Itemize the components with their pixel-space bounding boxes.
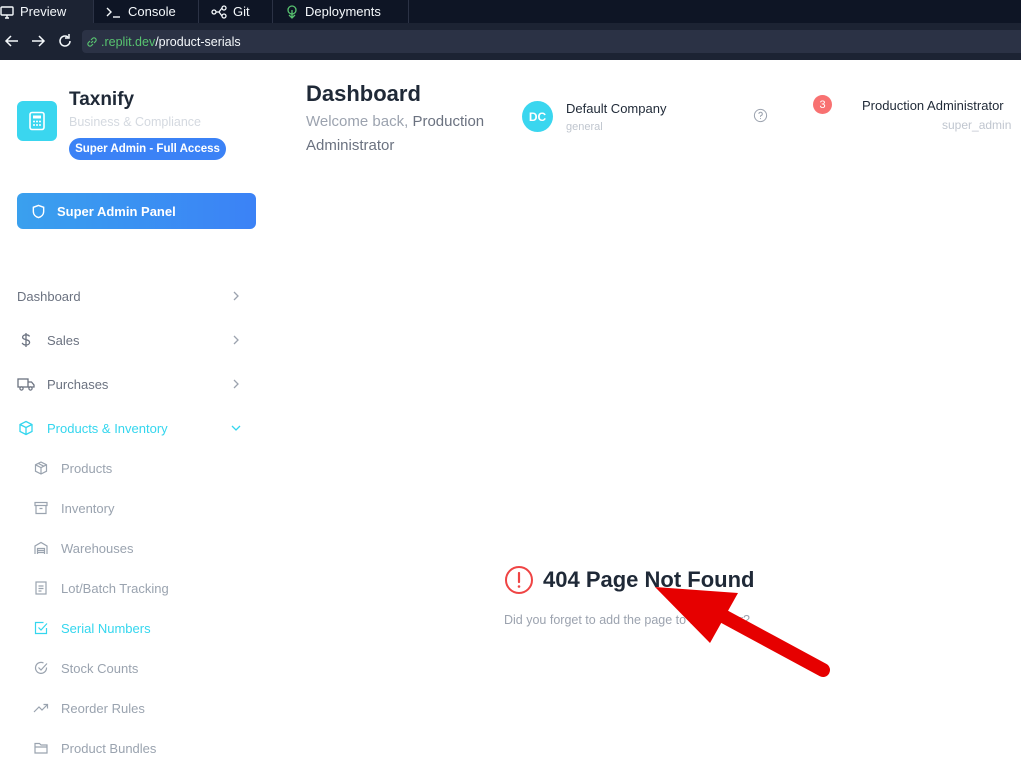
super-admin-panel-button[interactable]: Super Admin Panel — [17, 193, 256, 229]
tab-console[interactable]: Console — [94, 0, 199, 23]
back-arrow-icon[interactable] — [4, 33, 20, 49]
tab-label: Console — [128, 4, 176, 19]
sidebar-item-label: Purchases — [47, 376, 109, 392]
forward-arrow-icon[interactable] — [30, 33, 46, 49]
subitem-label: Warehouses — [61, 540, 134, 556]
sidebar-subitem-lot-batch[interactable]: Lot/Batch Tracking — [33, 577, 253, 599]
tab-git[interactable]: Git — [199, 0, 273, 23]
box-icon — [17, 419, 35, 437]
sidebar-item-dashboard[interactable]: Dashboard — [17, 284, 247, 308]
chevron-down-icon — [231, 425, 241, 431]
url-host: .replit.dev — [101, 34, 156, 49]
url-path: /product-serials — [155, 34, 241, 49]
package-icon — [33, 460, 49, 476]
terminal-icon — [106, 7, 120, 18]
welcome-message: Welcome back, Production Administrator — [306, 110, 511, 158]
sidebar-item-label: Dashboard — [17, 288, 81, 304]
role-badge: Super Admin - Full Access — [69, 138, 226, 160]
tab-label: Preview — [20, 4, 67, 19]
check-circle-icon — [33, 660, 49, 676]
chevron-right-icon — [233, 291, 239, 301]
sidebar-item-label: Products & Inventory — [47, 420, 168, 436]
notification-badge[interactable]: 3 — [813, 95, 832, 114]
sidebar-subitem-product-bundles[interactable]: Product Bundles — [33, 737, 253, 759]
subitem-label: Reorder Rules — [61, 700, 145, 716]
warehouse-icon — [33, 540, 49, 556]
replit-tab-bar: Preview Console Git Deployments — [0, 0, 1021, 23]
git-icon — [211, 4, 227, 19]
sidebar-item-purchases[interactable]: Purchases — [17, 372, 247, 396]
dollar-icon — [17, 331, 35, 349]
sidebar-subitem-warehouses[interactable]: Warehouses — [33, 537, 253, 559]
company-type: general — [566, 121, 603, 133]
trend-icon — [33, 700, 49, 716]
red-arrow-annotation — [655, 587, 830, 677]
check-square-icon — [33, 620, 49, 636]
subitem-label: Stock Counts — [61, 660, 139, 676]
file-text-icon — [33, 580, 49, 596]
folder-icon — [33, 740, 49, 756]
sidebar-item-sales[interactable]: Sales — [17, 328, 247, 352]
browser-url-bar: .replit.dev/product-serials — [0, 23, 1021, 60]
subitem-label: Products — [61, 460, 113, 476]
sidebar-subitem-inventory[interactable]: Inventory — [33, 497, 253, 519]
company-name[interactable]: Default Company — [566, 101, 666, 116]
calculator-icon — [29, 111, 45, 131]
user-name[interactable]: Production Administrator — [862, 98, 1004, 113]
tab-label: Git — [233, 4, 250, 19]
shield-icon — [32, 204, 45, 218]
link-icon — [87, 36, 97, 47]
subitem-label: Product Bundles — [61, 740, 157, 756]
sidebar-subitem-stock-counts[interactable]: Stock Counts — [33, 657, 253, 679]
subitem-label: Inventory — [61, 500, 115, 516]
sidebar-subitem-products[interactable]: Products — [33, 457, 253, 479]
chevron-right-icon — [233, 335, 239, 345]
subitem-label: Lot/Batch Tracking — [61, 580, 169, 596]
welcome-prefix: Welcome back, — [306, 113, 409, 130]
sidebar-item-label: Sales — [47, 332, 80, 348]
subitem-label: Serial Numbers — [61, 620, 151, 636]
tab-label: Deployments — [305, 4, 381, 19]
brand-subtitle: Business & Compliance — [69, 115, 202, 129]
sidebar-item-products-inventory[interactable]: Products & Inventory — [17, 416, 247, 440]
tab-preview[interactable]: Preview — [0, 0, 94, 23]
monitor-icon — [0, 5, 14, 19]
admin-panel-label: Super Admin Panel — [57, 203, 176, 219]
url-input[interactable]: .replit.dev/product-serials — [82, 30, 1021, 53]
truck-icon — [17, 375, 35, 393]
chevron-right-icon — [233, 379, 239, 389]
deployments-icon — [287, 4, 297, 19]
company-avatar[interactable]: DC — [522, 101, 553, 132]
tab-deployments[interactable]: Deployments — [273, 0, 409, 23]
brand-name: Taxnify — [69, 89, 135, 110]
page-title: Dashboard — [306, 81, 421, 106]
sidebar-subitem-serial-numbers[interactable]: Serial Numbers — [33, 617, 253, 639]
app-logo[interactable] — [17, 101, 57, 141]
reload-icon[interactable] — [57, 33, 73, 49]
sidebar-subitem-reorder-rules[interactable]: Reorder Rules — [33, 697, 253, 719]
archive-icon — [33, 500, 49, 516]
help-icon[interactable] — [753, 108, 768, 123]
alert-circle-icon — [505, 566, 533, 594]
user-role: super_admin — [942, 118, 1012, 132]
